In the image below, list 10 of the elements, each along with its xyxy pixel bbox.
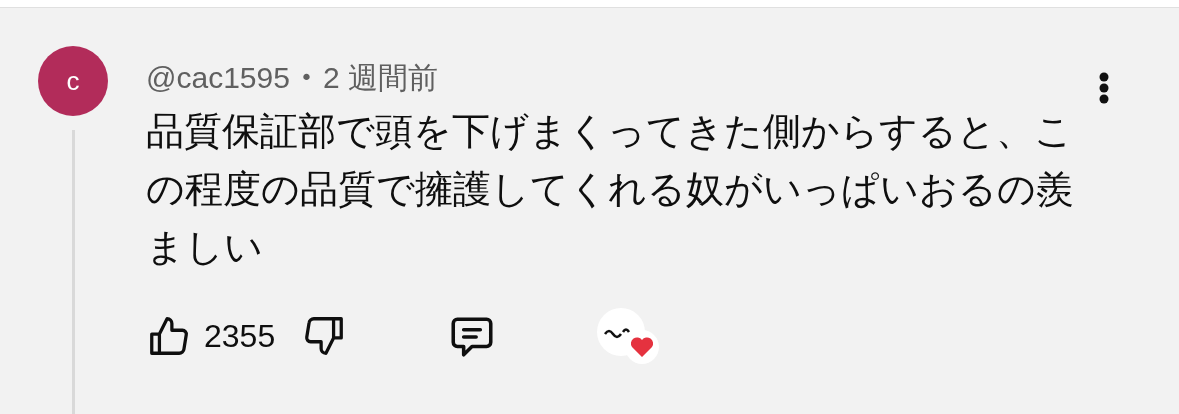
author-handle[interactable]: @cac1595 <box>146 58 290 98</box>
comment-time: 2 週間前 <box>322 60 438 96</box>
more-icon <box>1099 72 1109 104</box>
more-options-button[interactable] <box>1098 72 1110 104</box>
like-button[interactable]: 2355 <box>146 312 276 360</box>
like-count: 2355 <box>204 317 276 356</box>
comment-text: 品質保証部で頭を下げまくってきた側からすると、この程度の品質で擁護してくれる奴がいっぱいおるの羨ましい <box>146 108 1075 271</box>
avatar-letter: c <box>66 64 80 98</box>
avatar[interactable]: c <box>38 46 108 116</box>
separator: • <box>299 64 313 92</box>
